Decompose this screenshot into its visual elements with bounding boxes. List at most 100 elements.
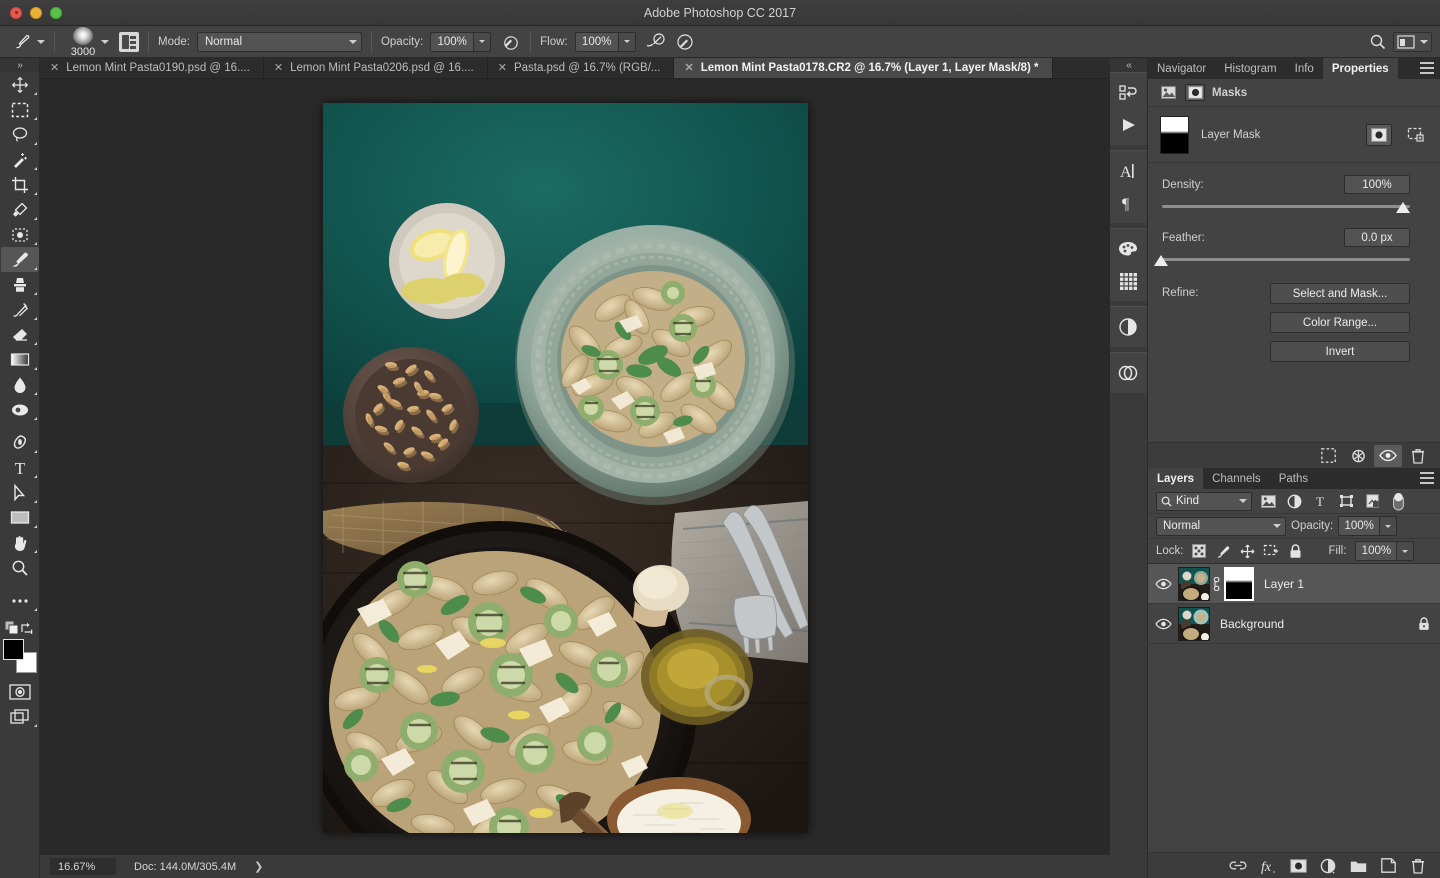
rail-collapse-button[interactable]: « bbox=[1110, 58, 1147, 72]
load-selection-from-mask-icon[interactable] bbox=[1314, 445, 1342, 467]
filter-smart-object-icon[interactable] bbox=[1362, 492, 1382, 511]
layer-name[interactable]: Background bbox=[1220, 617, 1284, 631]
filter-adjustment-icon[interactable] bbox=[1284, 492, 1304, 511]
opacity-stepper[interactable] bbox=[474, 31, 492, 52]
lasso-tool[interactable] bbox=[1, 122, 39, 147]
zoom-tool[interactable] bbox=[1, 555, 39, 580]
smoothing-icon[interactable] bbox=[674, 31, 696, 53]
add-pixel-mask-icon[interactable] bbox=[1366, 123, 1392, 146]
layer-fill-stepper[interactable] bbox=[1397, 541, 1415, 561]
styles-link-icon[interactable] bbox=[1110, 357, 1146, 389]
hand-tool[interactable] bbox=[1, 530, 39, 555]
color-range-button[interactable]: Color Range... bbox=[1270, 312, 1410, 333]
character-icon[interactable]: A bbox=[1110, 155, 1146, 187]
layer-fill-input[interactable]: 100% bbox=[1355, 541, 1398, 561]
blend-mode-select[interactable]: Normal bbox=[196, 31, 362, 52]
close-icon[interactable]: ✕ bbox=[274, 62, 283, 74]
swatches-palette-icon[interactable] bbox=[1110, 233, 1146, 265]
color-swatches[interactable] bbox=[2, 639, 37, 673]
workspace-switcher[interactable] bbox=[1393, 31, 1432, 52]
flow-input[interactable]: 100% bbox=[574, 31, 619, 52]
lock-image-pixels-icon[interactable] bbox=[1215, 542, 1232, 560]
screen-mode-button[interactable] bbox=[1, 704, 39, 729]
quick-selection-tool[interactable] bbox=[1, 147, 39, 172]
lock-all-icon[interactable] bbox=[1287, 542, 1304, 560]
panel-menu-icon[interactable] bbox=[1420, 62, 1434, 74]
color-grid-icon[interactable] bbox=[1110, 265, 1146, 297]
lock-transparent-pixels-icon[interactable] bbox=[1191, 542, 1208, 560]
tab-layers[interactable]: Layers bbox=[1148, 468, 1204, 489]
tab-channels[interactable]: Channels bbox=[1203, 468, 1270, 489]
document-tab[interactable]: ✕ Pasta.psd @ 16.7% (RGB/... bbox=[487, 58, 675, 78]
filter-shape-icon[interactable] bbox=[1336, 492, 1356, 511]
feather-slider[interactable] bbox=[1154, 255, 1410, 269]
close-icon[interactable]: ✕ bbox=[50, 62, 59, 74]
select-and-mask-button[interactable]: Select and Mask... bbox=[1270, 283, 1410, 304]
layer-style-fx-icon[interactable]: fx bbox=[1258, 856, 1278, 876]
path-selection-tool[interactable] bbox=[1, 480, 39, 505]
dodge-tool[interactable] bbox=[1, 397, 39, 422]
new-group-icon[interactable] bbox=[1348, 856, 1368, 876]
rectangular-marquee-tool[interactable] bbox=[1, 97, 39, 122]
move-tool[interactable] bbox=[1, 72, 39, 97]
history-icon[interactable] bbox=[1110, 77, 1146, 109]
feather-value-input[interactable]: 0.0 px bbox=[1344, 228, 1410, 247]
edit-toolbar-button[interactable] bbox=[1, 588, 39, 613]
delete-mask-icon[interactable] bbox=[1404, 445, 1432, 467]
invert-mask-button[interactable]: Invert bbox=[1270, 341, 1410, 362]
layer-name[interactable]: Layer 1 bbox=[1264, 577, 1304, 591]
new-adjustment-layer-icon[interactable] bbox=[1318, 856, 1338, 876]
close-icon[interactable]: ✕ bbox=[498, 62, 507, 74]
close-icon[interactable]: ✕ bbox=[684, 62, 693, 74]
layer-opacity-input[interactable]: 100% bbox=[1338, 516, 1381, 536]
filter-toggle-icon[interactable] bbox=[1388, 492, 1408, 511]
density-slider-thumb[interactable] bbox=[1396, 202, 1410, 213]
apply-mask-icon[interactable] bbox=[1344, 445, 1372, 467]
blend-mode-select[interactable]: Normal bbox=[1156, 516, 1286, 536]
rectangle-tool[interactable] bbox=[1, 505, 39, 530]
pen-tool[interactable] bbox=[1, 430, 39, 455]
feather-slider-thumb[interactable] bbox=[1154, 255, 1168, 266]
pressure-opacity-icon[interactable] bbox=[499, 31, 521, 53]
eraser-tool[interactable] bbox=[1, 322, 39, 347]
document-tab[interactable]: ✕ Lemon Mint Pasta0206.psd @ 16.... bbox=[263, 58, 488, 78]
filter-type-icon[interactable]: T bbox=[1310, 492, 1330, 511]
layer-row-layer-1[interactable]: Layer 1 bbox=[1148, 564, 1440, 604]
tab-properties[interactable]: Properties bbox=[1322, 58, 1398, 79]
delete-layer-icon[interactable] bbox=[1408, 856, 1428, 876]
default-colors-icon[interactable] bbox=[5, 621, 19, 635]
foreground-color-swatch[interactable] bbox=[2, 639, 24, 660]
flow-stepper[interactable] bbox=[618, 31, 636, 52]
density-value-input[interactable]: 100% bbox=[1344, 175, 1410, 194]
add-layer-mask-icon[interactable] bbox=[1288, 856, 1308, 876]
brush-size-picker[interactable]: 3000 bbox=[64, 26, 109, 58]
document-canvas[interactable] bbox=[323, 103, 808, 833]
layer-thumbnail[interactable] bbox=[1178, 606, 1210, 641]
layer-thumbnail[interactable] bbox=[1178, 566, 1210, 601]
crop-tool[interactable] bbox=[1, 172, 39, 197]
filter-pixel-icon[interactable] bbox=[1258, 492, 1278, 511]
quick-mask-button[interactable] bbox=[1, 679, 39, 704]
toggle-mask-visibility-icon[interactable] bbox=[1374, 444, 1402, 467]
layer-mask-thumbnail[interactable] bbox=[1160, 115, 1189, 154]
layer-opacity-stepper[interactable] bbox=[1380, 516, 1398, 536]
vector-mask-icon[interactable] bbox=[1185, 84, 1205, 101]
clone-stamp-tool[interactable] bbox=[1, 272, 39, 297]
tab-info[interactable]: Info bbox=[1286, 58, 1323, 79]
toggle-brush-panel-icon[interactable] bbox=[119, 31, 139, 52]
gradient-tool[interactable] bbox=[1, 347, 39, 372]
tab-histogram[interactable]: Histogram bbox=[1215, 58, 1285, 79]
toolbar-collapse-button[interactable]: » bbox=[0, 58, 39, 72]
document-tab[interactable]: ✕ Lemon Mint Pasta0190.psd @ 16.... bbox=[40, 58, 264, 78]
actions-play-icon[interactable] bbox=[1110, 109, 1146, 141]
tab-paths[interactable]: Paths bbox=[1270, 468, 1317, 489]
paragraph-icon[interactable]: ¶ bbox=[1110, 187, 1146, 219]
lock-position-icon[interactable] bbox=[1239, 542, 1256, 560]
layer-mask-thumbnail[interactable] bbox=[1224, 566, 1254, 601]
document-tab-active[interactable]: ✕ Lemon Mint Pasta0178.CR2 @ 16.7% (Laye… bbox=[674, 58, 1053, 78]
add-vector-mask-icon[interactable] bbox=[1402, 124, 1428, 146]
brush-tool[interactable] bbox=[0, 247, 39, 272]
blur-tool[interactable] bbox=[1, 372, 39, 397]
eyedropper-tool[interactable] bbox=[1, 197, 39, 222]
filter-kind-select[interactable]: Kind bbox=[1156, 491, 1252, 511]
